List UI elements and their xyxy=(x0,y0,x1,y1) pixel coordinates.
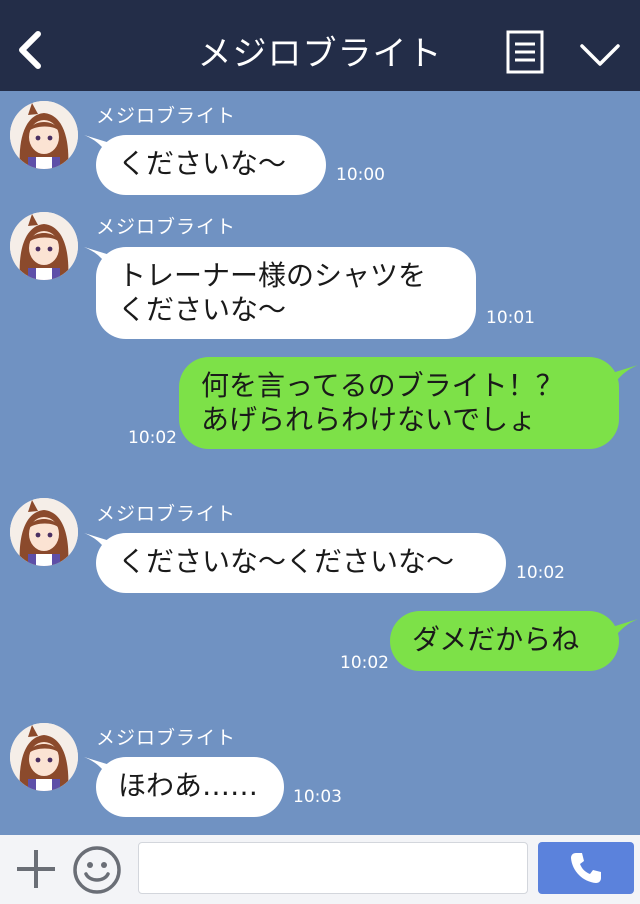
message-time: 10:01 xyxy=(486,308,535,328)
message-time: 10:02 xyxy=(340,653,389,673)
message-text: くださいな〜 xyxy=(118,293,287,326)
sender-name: メジロブライト xyxy=(96,216,237,238)
phone-icon xyxy=(571,853,601,883)
avatar[interactable] xyxy=(10,101,78,169)
message-text: くださいな〜 xyxy=(118,147,287,180)
message-list[interactable]: メジロブライト くださいな〜 10:00 メジロブライト トレーナー様のシャツを… xyxy=(0,91,640,835)
message-input[interactable] xyxy=(138,842,528,894)
sender-name: メジロブライト xyxy=(96,105,237,127)
sender-name: メジロブライト xyxy=(96,503,237,525)
avatar[interactable] xyxy=(10,723,78,791)
message-time: 10:02 xyxy=(516,563,565,583)
avatar-portrait-icon xyxy=(10,212,78,280)
call-button[interactable] xyxy=(538,842,634,894)
message-text: トレーナー様のシャツを xyxy=(118,259,427,292)
avatar[interactable] xyxy=(10,498,78,566)
message-text: ほわあ…… xyxy=(118,769,259,802)
message-text: あげられらわけないでしょ xyxy=(201,403,537,436)
smile-icon[interactable] xyxy=(72,845,122,895)
chevron-down-icon[interactable] xyxy=(578,40,622,70)
message-time: 10:00 xyxy=(336,165,385,185)
chat-header: メジロブライト xyxy=(0,0,640,91)
chat-title: メジロブライト xyxy=(197,34,443,74)
message-bubble[interactable]: くださいな〜くださいな〜 xyxy=(96,533,506,593)
plus-icon[interactable] xyxy=(14,847,58,891)
message-time: 10:02 xyxy=(128,428,177,448)
sender-name: メジロブライト xyxy=(96,727,237,749)
avatar-portrait-icon xyxy=(10,101,78,169)
message-bubble[interactable]: くださいな〜 xyxy=(96,135,326,195)
message-bubble[interactable]: トレーナー様のシャツを くださいな〜 xyxy=(96,247,476,339)
message-bubble[interactable]: ほわあ…… xyxy=(96,757,284,817)
message-text: くださいな〜くださいな〜 xyxy=(118,545,455,578)
notes-icon[interactable] xyxy=(506,30,544,74)
avatar[interactable] xyxy=(10,212,78,280)
bubble-tail xyxy=(612,365,638,387)
avatar-portrait-icon xyxy=(10,498,78,566)
avatar-portrait-icon xyxy=(10,723,78,791)
input-bar xyxy=(0,835,640,904)
bubble-tail xyxy=(612,619,638,641)
message-bubble[interactable]: 何を言ってるのブライト！？ あげられらわけないでしょ xyxy=(179,357,619,449)
message-bubble[interactable]: ダメだからね xyxy=(390,611,619,671)
message-text: ダメだからね xyxy=(412,623,580,656)
message-text: 何を言ってるのブライト！？ xyxy=(201,369,564,402)
message-time: 10:03 xyxy=(293,787,342,807)
